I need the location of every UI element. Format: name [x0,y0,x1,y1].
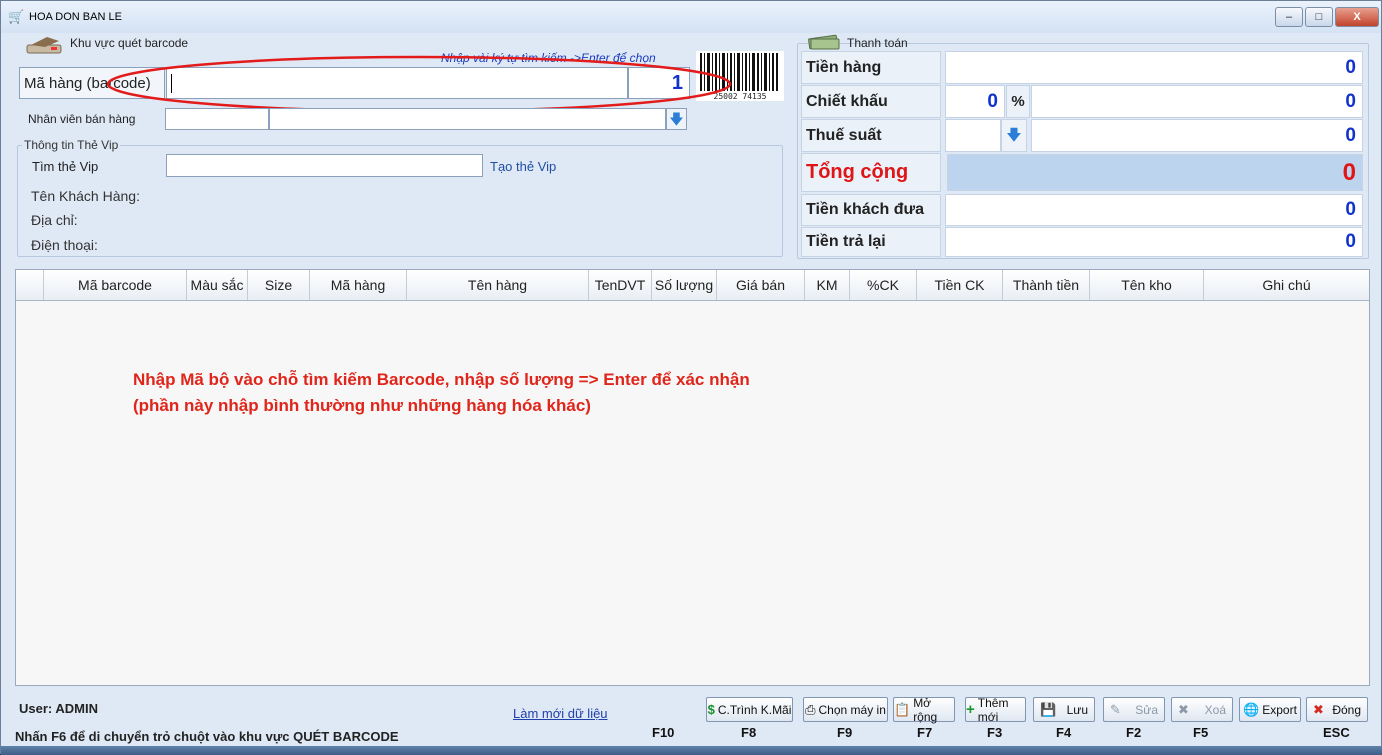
payment-section-title: Thanh toán [847,36,908,50]
f9-key: F9 [837,725,853,740]
minimize-button[interactable]: – [1275,7,1303,27]
close-icon: ✖ [1313,701,1324,717]
discount-label: Chiết khấu [801,85,941,118]
f5-key: F5 [1193,725,1209,740]
window-controls: – □ X [1273,7,1379,27]
items-grid[interactable]: Mã barcode Màu sắc Size Mã hàng Tên hàng… [15,269,1370,686]
dollar-icon: $ [707,702,715,717]
close-button[interactable]: X [1335,7,1379,27]
col-gia-ban[interactable]: Giá bán [717,270,805,300]
col-ten-hang[interactable]: Tên hàng [407,270,589,300]
globe-icon: 🌐 [1243,701,1260,717]
col-row-selector[interactable] [16,270,44,300]
salesperson-dropdown-button[interactable]: 🡇 [666,108,687,130]
subtotal-value: 0 [945,51,1363,84]
save-button-label: Lưu [1066,702,1088,717]
esc-key: ESC [1323,725,1350,740]
floppy-icon: 💾 [1040,701,1057,717]
f4-key: F4 [1056,725,1072,740]
col-ghi-chu[interactable]: Ghi chú [1204,270,1369,300]
create-vip-link[interactable]: Tạo thẻ Vip [490,159,556,174]
col-ten-kho[interactable]: Tên kho [1090,270,1204,300]
app-window: 🛒 HOA DON BAN LE – □ X Khu vực quét barc… [0,0,1382,755]
money-icon [808,34,840,50]
scanner-icon [26,37,62,54]
col-thanh-tien[interactable]: Thành tiền [1003,270,1090,300]
f6-hint: Nhấn F6 để di chuyển trỏ chuột vào khu v… [15,729,399,744]
col-tien-ck[interactable]: Tiền CK [917,270,1003,300]
instruction-note: Nhập Mã bộ vào chỗ tìm kiếm Barcode, nhậ… [133,370,750,415]
user-label: User: ADMIN [19,701,98,716]
col-ma-barcode[interactable]: Mã barcode [44,270,187,300]
col-so-luong[interactable]: Số lượng [652,270,717,300]
note-icon: 📋 [894,701,911,717]
paid-input[interactable]: 0 [945,194,1363,226]
plus-icon: + [966,701,975,718]
salesperson-name-input[interactable] [269,108,666,130]
edit-button-label: Sửa [1135,702,1158,717]
paid-label: Tiền khách đưa [801,194,941,226]
f3-key: F3 [987,725,1003,740]
tax-amount-value: 0 [1031,119,1363,152]
subtotal-label: Tiền hàng [801,51,941,84]
tax-dropdown-button[interactable]: 🡇 [1001,119,1027,152]
delete-button[interactable]: ✖ Xoá [1171,697,1233,722]
printer-icon: ⎙ [805,701,816,717]
close-form-button-label: Đóng [1332,702,1361,717]
customer-name-label: Tên Khách Hàng: [31,188,140,204]
window-title: HOA DON BAN LE [29,11,122,23]
maximize-button[interactable]: □ [1305,7,1333,27]
change-value: 0 [945,227,1363,257]
tax-rate-input[interactable] [945,119,1001,152]
pencil-icon: ✎ [1110,701,1121,717]
delete-button-label: Xoá [1204,702,1226,717]
vip-search-input[interactable] [166,154,483,177]
barcode-section-title: Khu vực quét barcode [70,36,189,50]
percent-symbol: % [1006,85,1030,118]
promotion-button-label: C.Trình K.Mãi [717,702,792,717]
col-ma-hang[interactable]: Mã hàng [310,270,407,300]
add-new-button-label: Thêm mới [977,695,1009,724]
x-icon: ✖ [1178,701,1189,717]
save-button[interactable]: 💾 Lưu [1033,697,1095,722]
total-label: Tổng cộng [801,153,941,192]
salesperson-label: Nhân viên bán hàng [28,112,136,126]
discount-percent-input[interactable]: 0 [945,85,1005,118]
export-button-label: Export [1262,702,1297,717]
col-pct-ck[interactable]: %CK [850,270,917,300]
f2-key: F2 [1126,725,1142,740]
edit-button[interactable]: ✎ Sửa [1103,697,1165,722]
col-size[interactable]: Size [248,270,310,300]
expand-button[interactable]: 📋 Mở rộng [893,695,955,724]
tax-label: Thuế suất [801,119,941,152]
f8-key: F8 [741,725,757,740]
cart-icon: 🛒 [8,9,25,24]
title-bar: 🛒 HOA DON BAN LE – □ X [1,1,1381,33]
select-printer-button-label: Chọn máy in [818,702,886,717]
f10-key: F10 [652,725,675,740]
select-printer-button[interactable]: ⎙ Chọn máy in [803,697,888,722]
total-value: 0 [947,154,1363,191]
vip-search-label: Tìm thẻ Vip [32,159,99,174]
col-km[interactable]: KM [805,270,850,300]
phone-label: Điện thoại: [31,237,98,253]
change-label: Tiền trả lại [801,227,941,257]
add-new-button[interactable]: + Thêm mới [965,695,1026,724]
export-button[interactable]: 🌐 Export [1239,697,1301,722]
refresh-data-link[interactable]: Làm mới dữ liệu [513,706,608,721]
salesperson-code-input[interactable] [165,108,269,130]
promotion-button[interactable]: $ C.Trình K.Mãi [706,697,793,722]
close-form-button[interactable]: ✖ Đóng [1306,697,1368,722]
col-mau-sac[interactable]: Màu sắc [187,270,248,300]
discount-amount-value: 0 [1031,85,1363,118]
address-label: Địa chỉ: [31,212,78,228]
highlight-ellipse [106,55,732,113]
vip-section-title: Thông tin Thẻ Vip [22,138,121,152]
col-ten-dvt[interactable]: TenDVT [589,270,652,300]
expand-button-label: Mở rộng [913,695,938,724]
grid-header: Mã barcode Màu sắc Size Mã hàng Tên hàng… [16,270,1369,301]
f7-key: F7 [917,725,933,740]
